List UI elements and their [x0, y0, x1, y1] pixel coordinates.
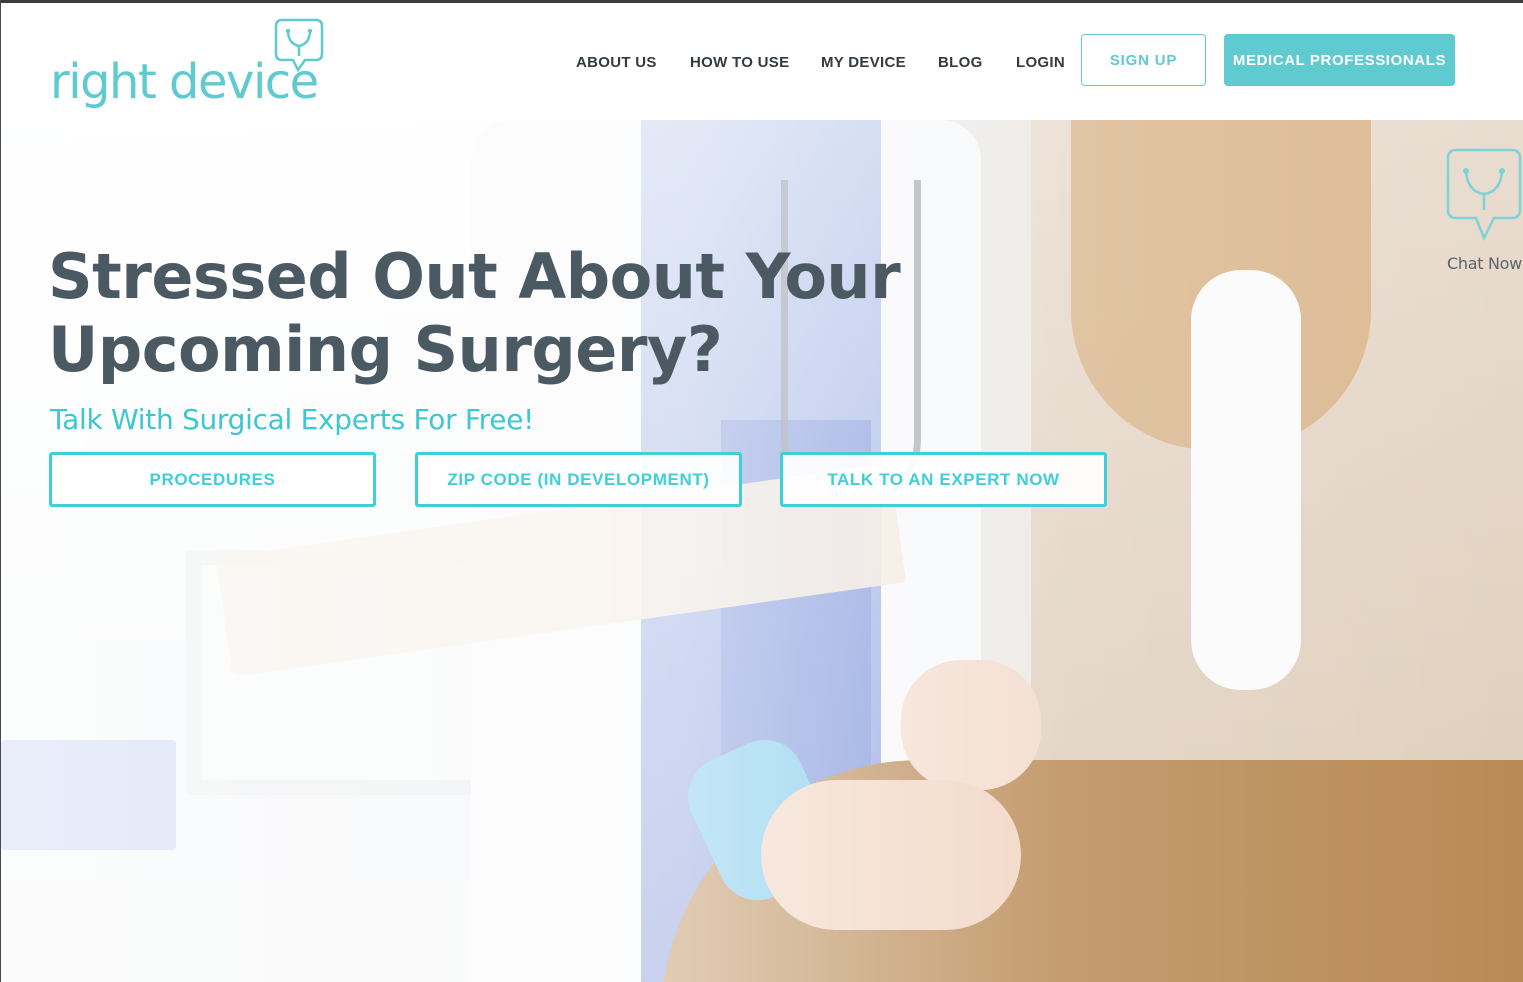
hero-headline: Stressed Out About Your Upcoming Surgery… — [48, 240, 901, 386]
nav-login[interactable]: LOGIN — [1016, 54, 1065, 71]
zip-code-button[interactable]: ZIP CODE (IN DEVELOPMENT) — [415, 452, 742, 507]
hero-headline-line-2: Upcoming Surgery? — [48, 313, 723, 386]
chat-now-label: Chat Now — [1447, 254, 1522, 273]
window-top-border — [0, 0, 1523, 3]
stethoscope-chat-bubble-icon — [274, 18, 324, 73]
talk-to-expert-button[interactable]: TALK TO AN EXPERT NOW — [780, 452, 1107, 507]
hero-headline-line-1: Stressed Out About Your — [48, 240, 901, 313]
procedures-button[interactable]: PROCEDURES — [49, 452, 376, 507]
nav-blog[interactable]: BLOG — [938, 54, 983, 71]
stethoscope-chat-bubble-icon — [1446, 148, 1522, 242]
hero-subheadline: Talk With Surgical Experts For Free! — [50, 403, 535, 436]
medical-professionals-button[interactable]: MEDICAL PROFESSIONALS — [1224, 34, 1455, 86]
chat-now-widget[interactable]: Chat Now — [1440, 148, 1523, 278]
nav-my-device[interactable]: MY DEVICE — [821, 54, 906, 71]
nav-how-to-use[interactable]: HOW TO USE — [690, 54, 789, 71]
sign-up-button[interactable]: SIGN UP — [1081, 34, 1206, 86]
nav-about-us[interactable]: ABOUT US — [576, 54, 657, 71]
site-logo[interactable]: right device — [50, 18, 330, 113]
